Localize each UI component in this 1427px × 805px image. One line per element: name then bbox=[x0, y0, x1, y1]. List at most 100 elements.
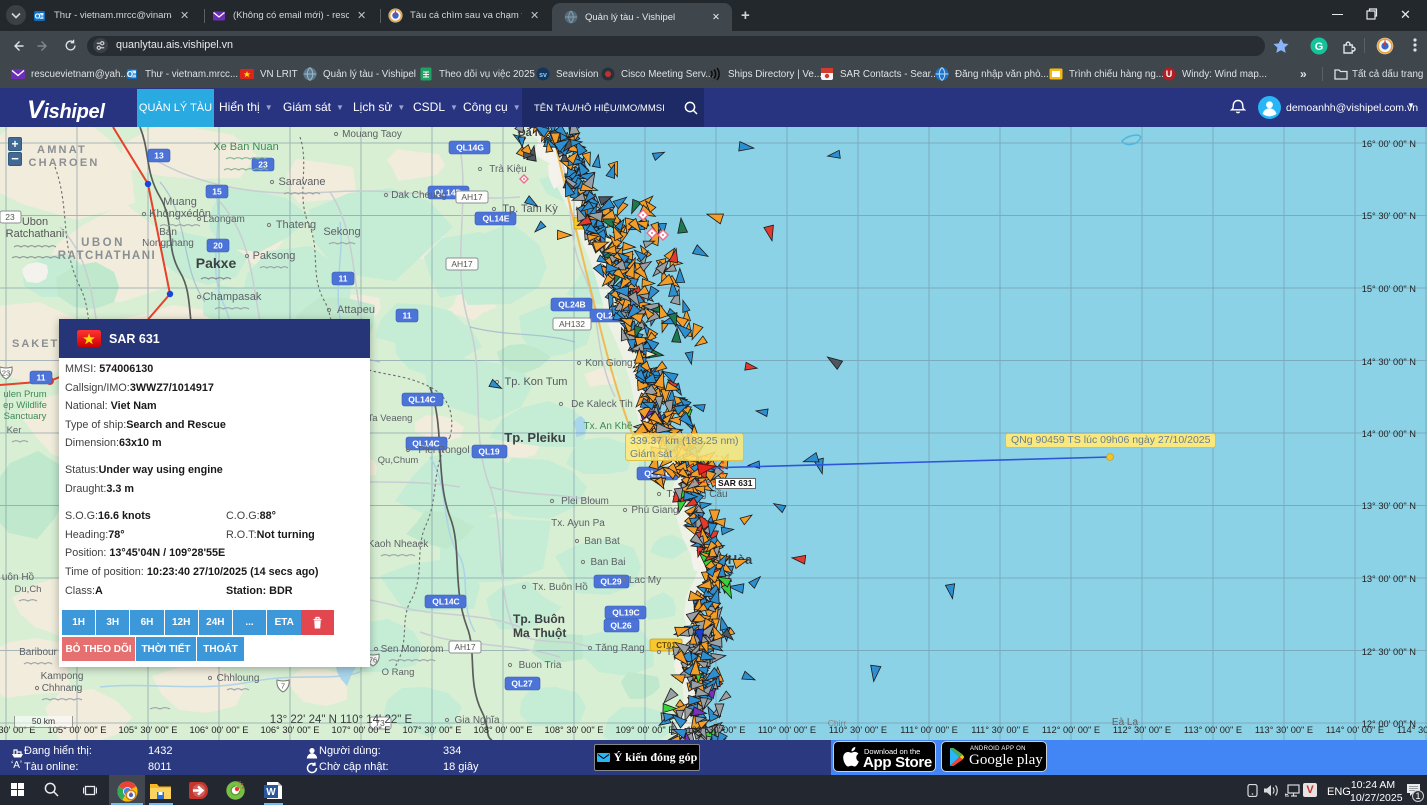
svg-text:Qu,Chum: Qu,Chum bbox=[378, 455, 419, 466]
svg-text:107° 30' 00" E: 107° 30' 00" E bbox=[403, 725, 462, 735]
svg-text:Saravane: Saravane bbox=[278, 176, 325, 188]
svg-text:11: 11 bbox=[403, 311, 412, 321]
svg-text:Du,Ch: Du,Ch bbox=[15, 584, 42, 595]
svg-text:QL14G: QL14G bbox=[456, 143, 484, 153]
svg-text:O: O bbox=[35, 11, 41, 20]
svg-text:QL14C: QL14C bbox=[408, 395, 435, 405]
svg-text:Champasak: Champasak bbox=[203, 291, 262, 303]
svg-text:Chhnang: Chhnang bbox=[42, 683, 83, 694]
svg-text:QL19C: QL19C bbox=[612, 608, 639, 618]
svg-text:Mouang Taoy: Mouang Taoy bbox=[342, 129, 402, 140]
svg-text:23: 23 bbox=[5, 212, 15, 222]
svg-text:Tp. Pleiku: Tp. Pleiku bbox=[504, 430, 565, 445]
svg-text:23: 23 bbox=[2, 369, 10, 378]
svg-text:Kaoh Nheaek: Kaoh Nheaek bbox=[368, 539, 430, 550]
svg-text:QL27: QL27 bbox=[511, 679, 533, 689]
svg-text:Kampong: Kampong bbox=[41, 671, 84, 682]
svg-text:13° 30' 00" N: 13° 30' 00" N bbox=[1362, 501, 1416, 511]
svg-text:QL24B: QL24B bbox=[558, 300, 585, 310]
svg-text:114° 00' 00" E: 114° 00' 00" E bbox=[1326, 725, 1384, 735]
svg-text:QL19: QL19 bbox=[478, 447, 500, 457]
svg-text:AMNAT: AMNAT bbox=[37, 144, 87, 156]
svg-text:110° 30' 00" E: 110° 30' 00" E bbox=[829, 725, 887, 735]
svg-text:QL14C: QL14C bbox=[432, 597, 459, 607]
svg-text:G: G bbox=[1315, 41, 1324, 53]
svg-text:Ta Veaeng: Ta Veaeng bbox=[368, 413, 413, 424]
svg-text:108° 00' 00" E: 108° 00' 00" E bbox=[474, 725, 533, 735]
svg-text:111° 30' 00" E: 111° 30' 00" E bbox=[971, 725, 1029, 735]
svg-text:Paksong: Paksong bbox=[253, 250, 296, 262]
svg-text:Nongphang: Nongphang bbox=[142, 238, 194, 249]
svg-text:Dak Cheung: Dak Cheung bbox=[391, 190, 447, 201]
svg-text:ulen Prum: ulen Prum bbox=[3, 389, 46, 400]
svg-text:Thateng: Thateng bbox=[276, 219, 316, 231]
svg-text:RATCHATHANI: RATCHATHANI bbox=[58, 250, 156, 262]
svg-text:111° 00' 00" E: 111° 00' 00" E bbox=[900, 725, 958, 735]
svg-text:Baribour: Baribour bbox=[19, 647, 57, 658]
svg-text:23: 23 bbox=[258, 160, 268, 170]
svg-text:Ban Bai: Ban Bai bbox=[590, 557, 625, 568]
svg-text:113° 00' 00" E: 113° 00' 00" E bbox=[1184, 725, 1242, 735]
svg-text:O: O bbox=[127, 70, 133, 79]
svg-text:Phú Giang: Phú Giang bbox=[631, 505, 678, 516]
svg-text:QL29: QL29 bbox=[600, 577, 622, 587]
svg-text:Sen Monorom: Sen Monorom bbox=[381, 644, 444, 655]
svg-text:UBON: UBON bbox=[81, 237, 125, 249]
svg-text:109° 00' 00" E: 109° 00' 00" E bbox=[616, 725, 675, 735]
svg-text:109° 30' 00" E: 109° 30' 00" E bbox=[687, 725, 746, 735]
svg-text:Ratchathani: Ratchathani bbox=[6, 228, 65, 240]
svg-text:12° 30' 00" N: 12° 30' 00" N bbox=[1362, 647, 1416, 657]
svg-text:113° 30' 00" E: 113° 30' 00" E bbox=[1255, 725, 1313, 735]
svg-text:Tx. Buôn Hồ: Tx. Buôn Hồ bbox=[532, 581, 588, 593]
svg-text:108° 30' 00" E: 108° 30' 00" E bbox=[545, 725, 604, 735]
svg-text:Ban Bat: Ban Bat bbox=[584, 536, 620, 547]
svg-text:U: U bbox=[1166, 69, 1173, 79]
svg-text:sv: sv bbox=[539, 72, 547, 79]
svg-text:AH17: AH17 bbox=[461, 192, 483, 202]
svg-text:uôn Hồ: uôn Hồ bbox=[2, 571, 35, 583]
svg-text:14° 00' 00" N: 14° 00' 00" N bbox=[1362, 429, 1416, 439]
svg-text:15° 30' 00" N: 15° 30' 00" N bbox=[1362, 211, 1416, 221]
svg-text:15° 00' 00" N: 15° 00' 00" N bbox=[1362, 284, 1416, 294]
svg-text:114° 30' 00" E: 114° 30' 00" E bbox=[1397, 725, 1427, 735]
svg-text:Tp. Kon Tum: Tp. Kon Tum bbox=[505, 376, 568, 388]
svg-text:Laongam: Laongam bbox=[203, 214, 245, 225]
svg-text:Tp. Buôn: Tp. Buôn bbox=[513, 612, 565, 626]
svg-text:15: 15 bbox=[212, 187, 222, 197]
svg-text:13° 00' 00" N: 13° 00' 00" N bbox=[1362, 574, 1416, 584]
svg-text:Ma Thuột: Ma Thuột bbox=[513, 626, 566, 640]
svg-text:Xe Ban Nuan: Xe Ban Nuan bbox=[213, 141, 278, 153]
svg-text:Tăng Rang: Tăng Rang bbox=[595, 643, 644, 654]
svg-text:Kon Giong: Kon Giong bbox=[585, 358, 632, 369]
svg-text:AH17: AH17 bbox=[451, 259, 473, 269]
svg-text:Khôngxédôn: Khôngxédôn bbox=[149, 208, 211, 220]
svg-text:112° 00' 00" E: 112° 00' 00" E bbox=[1042, 725, 1100, 735]
svg-text:CHAROEN: CHAROEN bbox=[28, 157, 99, 169]
svg-text:O Rang: O Rang bbox=[382, 667, 415, 678]
svg-text:110° 00' 00" E: 110° 00' 00" E bbox=[758, 725, 816, 735]
svg-text:Muang: Muang bbox=[163, 196, 197, 208]
svg-text:Lac My: Lac My bbox=[629, 575, 661, 586]
svg-text:107° 00' 00" E: 107° 00' 00" E bbox=[332, 725, 391, 735]
svg-text:Tx. Ayun Pa: Tx. Ayun Pa bbox=[551, 518, 605, 529]
svg-text:Chhloung: Chhloung bbox=[217, 673, 260, 684]
svg-text:112° 30' 00" E: 112° 30' 00" E bbox=[1113, 725, 1171, 735]
svg-text:W: W bbox=[266, 787, 276, 798]
svg-text:Buon Tria: Buon Tria bbox=[519, 660, 562, 671]
svg-text:16° 00' 00" N: 16° 00' 00" N bbox=[1362, 139, 1416, 149]
svg-text:Tx. An Khê: Tx. An Khê bbox=[584, 421, 633, 432]
svg-text:106° 30' 00" E: 106° 30' 00" E bbox=[261, 725, 320, 735]
svg-text:QL14E: QL14E bbox=[483, 214, 510, 224]
svg-text:AH132: AH132 bbox=[559, 319, 585, 329]
svg-text:Sanctuary: Sanctuary bbox=[4, 411, 47, 422]
svg-text:13: 13 bbox=[154, 151, 164, 161]
svg-text:Sekong: Sekong bbox=[323, 226, 360, 238]
svg-text:105° 30' 00" E: 105° 30' 00" E bbox=[119, 725, 178, 735]
svg-text:ep Wildlife: ep Wildlife bbox=[3, 400, 47, 411]
svg-text:11: 11 bbox=[339, 274, 348, 284]
svg-text:Ban: Ban bbox=[159, 227, 177, 238]
svg-text:Tp. Tam Kỳ: Tp. Tam Kỳ bbox=[502, 203, 558, 215]
svg-text:Plei Bloum: Plei Bloum bbox=[561, 496, 609, 507]
svg-text:14° 30' 00" N: 14° 30' 00" N bbox=[1362, 357, 1416, 367]
svg-text:106° 00' 00" E: 106° 00' 00" E bbox=[190, 725, 249, 735]
